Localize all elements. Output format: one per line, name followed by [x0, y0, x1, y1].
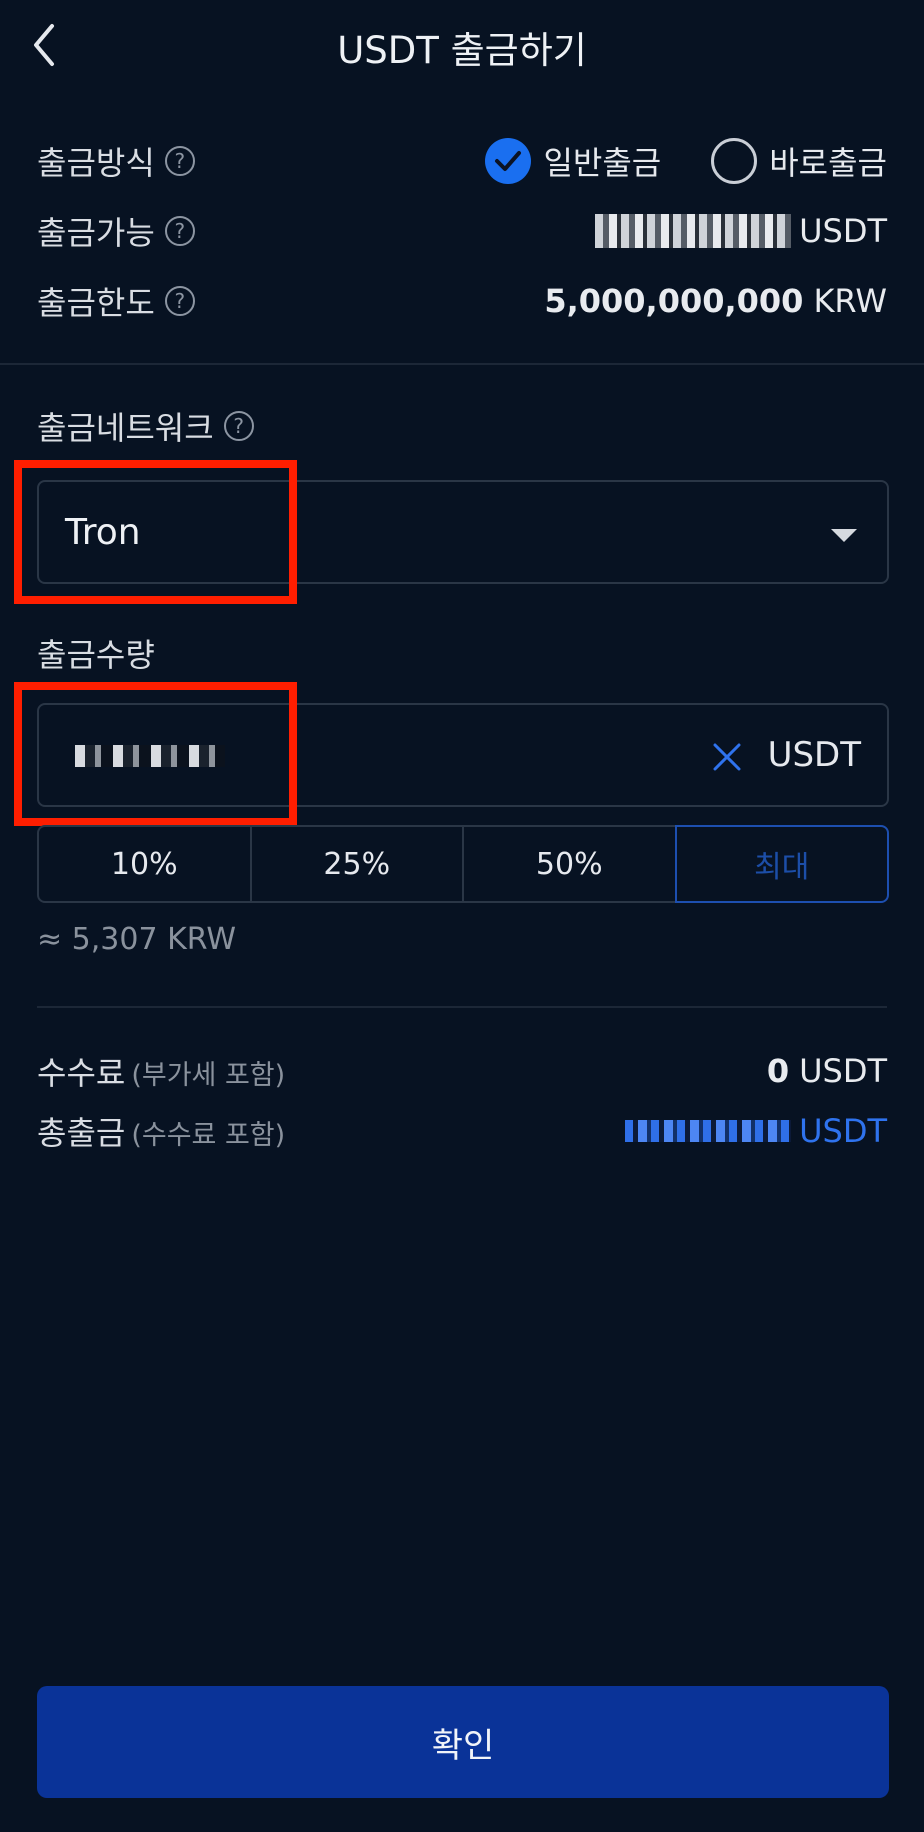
fee-note: (부가세 포함) [131, 1060, 286, 1091]
method-radio-group: 일반출금 바로출금 [435, 138, 887, 184]
total-note: (수수료 포함) [131, 1120, 286, 1151]
caret-down-icon [831, 529, 857, 542]
radio-normal-label: 일반출금 [543, 144, 662, 182]
clear-icon[interactable] [707, 737, 747, 777]
amount-section-label: 출금수량 [37, 630, 155, 676]
withdraw-page: USDT 출금하기 출금방식 ? 일반출금 바로출금 출금가능 ? USDT 출… [0, 0, 924, 1832]
fee-unit: USDT [799, 1052, 887, 1090]
percent-25-button[interactable]: 25% [249, 825, 464, 903]
available-label: 출금가능 [37, 214, 155, 252]
divider [0, 363, 924, 365]
total-unit: USDT [799, 1112, 887, 1150]
help-icon[interactable]: ? [164, 216, 195, 246]
total-row: 총출금 (수수료 포함) USDT [37, 1106, 887, 1156]
header: USDT 출금하기 [0, 0, 924, 90]
total-label: 총출금 [37, 1114, 126, 1152]
network-section-label: 출금네트워크 ? [37, 403, 254, 449]
radio-unchecked-icon [711, 138, 758, 184]
blurred-balance [595, 214, 792, 248]
limit-row: 출금한도 ? 5,000,000,000 KRW [37, 276, 887, 326]
highlight-box [14, 460, 297, 604]
amount-label: 출금수량 [37, 636, 155, 674]
available-row: 출금가능 ? USDT [37, 206, 887, 256]
limit-label: 출금한도 [37, 284, 155, 322]
help-icon[interactable]: ? [223, 411, 254, 441]
radio-normal-withdraw[interactable]: 일반출금 [485, 138, 661, 184]
radio-instant-withdraw[interactable]: 바로출금 [711, 138, 887, 184]
radio-instant-label: 바로출금 [769, 144, 887, 182]
fee-row: 수수료 (부가세 포함) 0 USDT [37, 1046, 887, 1096]
fee-label: 수수료 [37, 1054, 126, 1092]
check-icon [485, 138, 532, 184]
limit-unit: KRW [813, 282, 887, 320]
method-label: 출금방식 [37, 144, 155, 182]
available-unit: USDT [799, 212, 887, 250]
approx-krw-value: ≈ 5,307 KRW [37, 922, 237, 957]
page-title: USDT 출금하기 [337, 29, 587, 72]
help-icon[interactable]: ? [164, 146, 195, 176]
percent-button-group: 10% 25% 50% 최대 [37, 825, 889, 903]
network-label: 출금네트워크 [37, 409, 214, 447]
method-row: 출금방식 ? 일반출금 바로출금 [37, 136, 887, 186]
percent-10-button[interactable]: 10% [37, 825, 252, 903]
percent-50-button[interactable]: 50% [462, 825, 677, 903]
amount-unit: USDT [767, 735, 861, 775]
limit-value: 5,000,000,000 [544, 282, 804, 320]
help-icon[interactable]: ? [164, 286, 195, 316]
blurred-total [625, 1120, 792, 1142]
fee-value: 0 [766, 1052, 790, 1090]
divider [37, 1006, 887, 1008]
highlight-box [14, 682, 297, 826]
max-button[interactable]: 최대 [674, 825, 889, 903]
confirm-button[interactable]: 확인 [37, 1686, 889, 1798]
